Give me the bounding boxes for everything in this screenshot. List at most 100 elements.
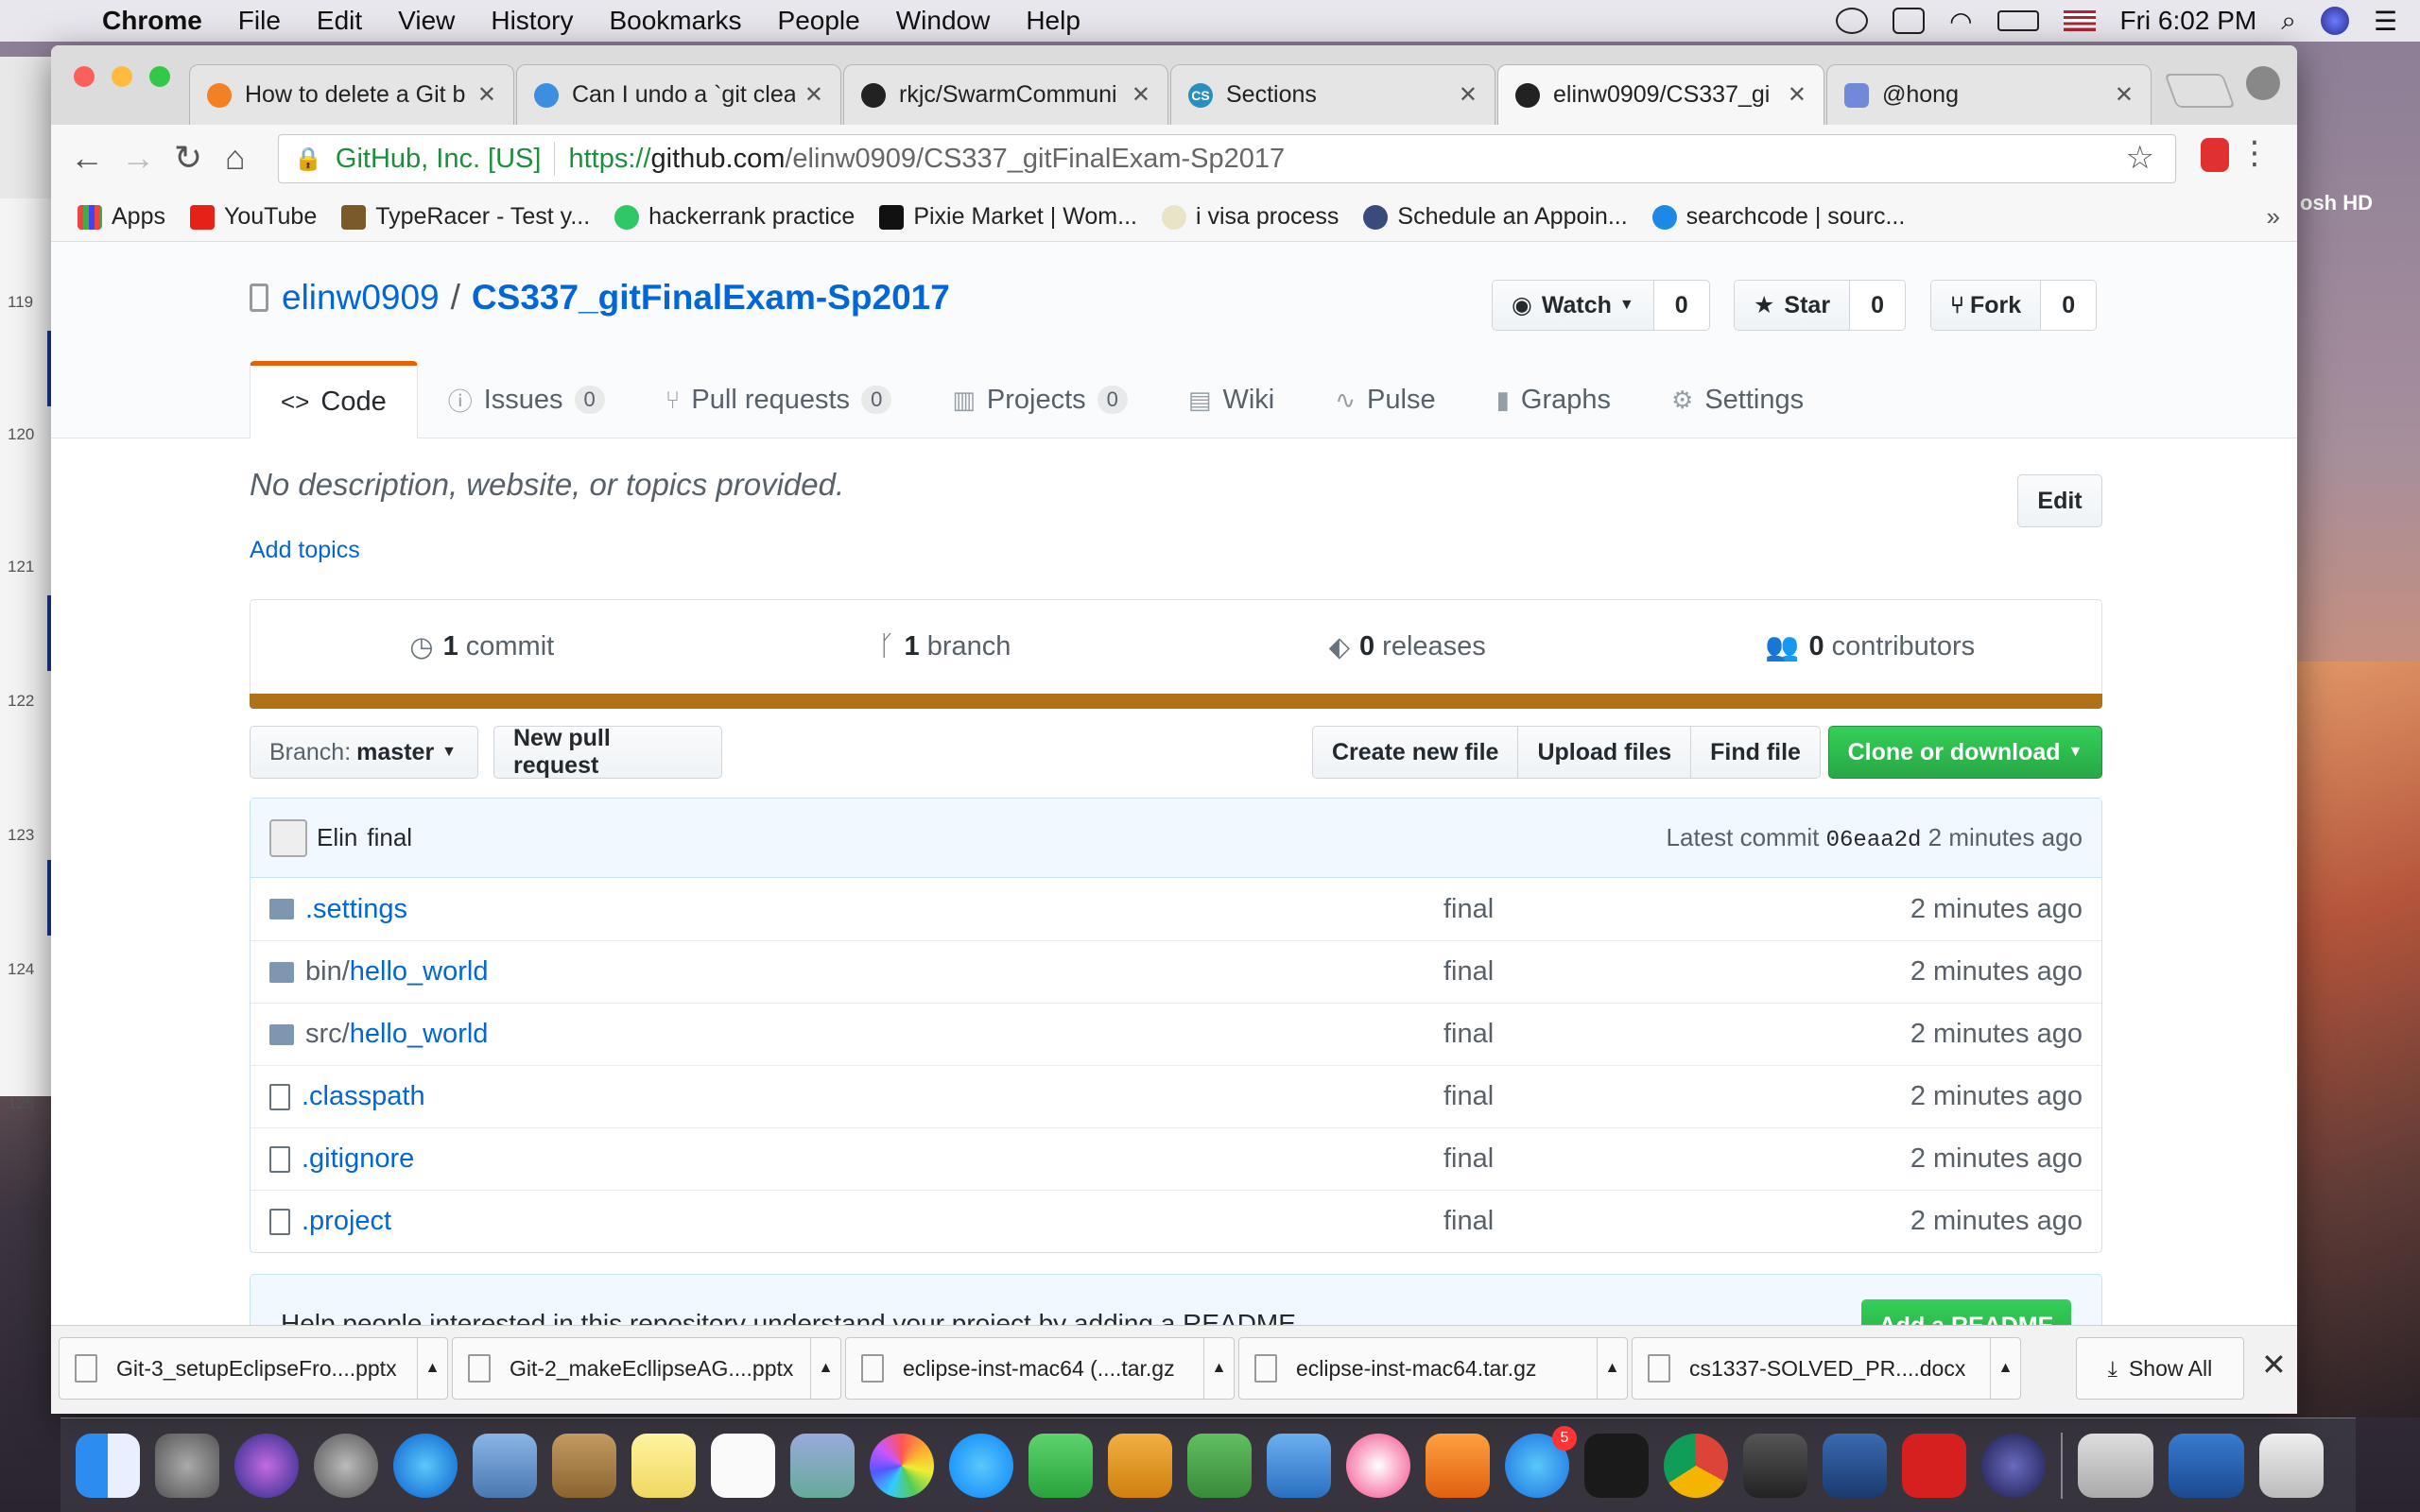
app-store-icon[interactable]: 5 [1505,1425,1577,1498]
messages-icon[interactable] [949,1433,1013,1498]
commit-author[interactable]: Elin [317,823,357,852]
menu-history[interactable]: History [491,6,573,36]
status-menu-icon[interactable] [1836,8,1869,34]
download-item[interactable]: Git-3_setupEclipseFro....pptx ▲ [59,1337,448,1400]
menu-people[interactable]: People [778,6,860,36]
commit-sha-link[interactable]: 06eaa2d [1826,828,1922,853]
branch-select-button[interactable]: Branch: master ▼ [250,726,478,779]
tab-graphs[interactable]: ▮ Graphs [1466,361,1641,438]
close-tab-icon[interactable]: ✕ [477,81,496,109]
menu-view[interactable]: View [398,6,455,36]
file-row[interactable]: .gitignore final 2 minutes ago [251,1127,2101,1190]
close-window-icon[interactable] [74,66,95,87]
download-item[interactable]: cs1337-SOLVED_PR....docx ▲ [1632,1337,2021,1400]
chevron-down-icon[interactable]: ▲ [1203,1337,1234,1400]
facetime-icon[interactable] [1028,1433,1093,1498]
spotlight-search-icon[interactable]: ⌕ [2281,6,2296,37]
sublime-text-icon[interactable] [1743,1433,1807,1498]
file-dir-prefix[interactable]: src/ [305,1019,350,1050]
tab-pull-requests[interactable]: ⑂ Pull requests 0 [635,361,923,438]
profile-avatar-icon[interactable] [2246,66,2280,100]
star-button[interactable]: ★ Star [1735,281,1851,330]
tab-projects[interactable]: ▥ Projects 0 [922,361,1158,438]
language-bar[interactable] [250,694,2102,709]
file-commit-message[interactable]: final [1443,1143,1494,1175]
edit-description-button[interactable]: Edit [2017,474,2102,527]
close-tab-icon[interactable]: ✕ [1132,81,1150,109]
download-item[interactable]: eclipse-inst-mac64 (....tar.gz ▲ [845,1337,1235,1400]
watch-count[interactable]: 0 [1653,281,1709,330]
commits-summary[interactable]: ◷ 1 commit [251,600,714,694]
contributors-summary[interactable]: 👥 0 contributors [1639,600,2102,694]
notes-icon[interactable] [631,1433,696,1498]
file-commit-message[interactable]: final [1443,1019,1494,1050]
contacts-icon[interactable] [552,1433,616,1498]
tab-code[interactable]: <> Code [250,361,418,438]
youdao-dictionary-icon[interactable] [1902,1433,1966,1498]
zoom-window-icon[interactable] [149,66,170,87]
chevron-down-icon[interactable]: ▲ [417,1337,447,1400]
ev-certificate-label[interactable]: GitHub, Inc. [US] [336,144,542,175]
airplay-icon[interactable] [1893,8,1926,34]
battery-icon[interactable] [1996,10,2039,31]
finder-icon[interactable] [76,1433,140,1498]
file-name-link[interactable]: .project [302,1206,391,1237]
bookmark-searchcode[interactable]: searchcode | sourc... [1651,203,1905,231]
new-tab-button[interactable] [2164,74,2236,108]
siri-icon[interactable] [234,1433,299,1498]
file-name-link[interactable]: hello_world [350,1019,489,1050]
tab-cs337-repo[interactable]: elinw0909/CS337_gi ✕ [1497,64,1824,125]
tab-issues[interactable]: ⓘ Issues 0 [418,361,635,438]
file-row[interactable]: .project final 2 minutes ago [251,1190,2101,1252]
us-flag-input-icon[interactable] [2063,10,2096,31]
background-document-window[interactable]: 119 120 121 122 123 124 125 [0,57,53,1112]
mysql-workbench-icon[interactable] [1823,1433,1887,1498]
close-tab-icon[interactable]: ✕ [2115,81,2134,109]
chevron-down-icon[interactable]: ▲ [1597,1337,1627,1400]
bookmarks-overflow-icon[interactable]: » [2267,202,2280,232]
file-commit-message[interactable]: final [1443,956,1494,988]
file-commit-message[interactable]: final [1443,1206,1494,1237]
keynote-icon[interactable] [1267,1433,1331,1498]
releases-summary[interactable]: ⬖ 0 releases [1176,600,1639,694]
file-row[interactable]: src/hello_world final 2 minutes ago [251,1003,2101,1065]
file-name-link[interactable]: hello_world [350,956,489,988]
file-dir-prefix[interactable]: bin/ [305,956,350,988]
minimized-window-thumbnail[interactable] [2169,1433,2244,1498]
tab-swarm-community[interactable]: rkjc/SwarmCommuni ✕ [843,64,1168,125]
minimized-window-thumbnail[interactable] [2078,1433,2153,1498]
star-count[interactable]: 0 [1850,281,1905,330]
close-tab-icon[interactable]: ✕ [804,81,823,109]
branches-summary[interactable]: ᚴ 1 branch [714,600,1177,694]
repo-owner-link[interactable]: elinw0909 [282,278,440,318]
home-icon[interactable]: ⌂ [225,138,246,178]
system-preferences-icon[interactable] [155,1433,219,1498]
close-icon[interactable]: ✕ [2261,1347,2287,1383]
upload-files-button[interactable]: Upload files [1518,727,1692,778]
menu-window[interactable]: Window [896,6,991,36]
tab-discord-hong[interactable]: @hong ✕ [1826,64,2152,125]
bookmark-typeracer[interactable]: TypeRacer - Test y... [341,203,590,231]
file-name-link[interactable]: .gitignore [302,1143,414,1175]
chrome-menu-icon[interactable]: ⋮ [2238,134,2271,172]
new-pull-request-button[interactable]: New pull request [493,725,722,779]
numbers-icon[interactable] [1187,1433,1252,1498]
chrome-icon[interactable] [1664,1433,1728,1498]
clone-or-download-button[interactable]: Clone or download ▼ [1828,726,2102,779]
bookmark-schedule-appointment[interactable]: Schedule an Appoin... [1363,203,1628,231]
ibooks-icon[interactable] [1426,1433,1490,1498]
fork-button[interactable]: ⑂ Fork [1931,281,2042,330]
bookmark-youtube[interactable]: YouTube [189,203,317,231]
file-commit-message[interactable]: final [1443,894,1494,925]
tab-git-clean-undo[interactable]: Can I undo a `git clea ✕ [516,64,841,125]
mail-icon[interactable] [473,1433,537,1498]
tab-settings[interactable]: ⚙ Settings [1641,361,1834,438]
secure-lock-icon[interactable]: 🔒 [294,146,322,173]
commit-message[interactable]: final [367,823,412,852]
add-topics-link[interactable]: Add topics [250,537,360,564]
maps-icon[interactable] [790,1433,855,1498]
terminal-icon[interactable] [1584,1433,1649,1498]
close-tab-icon[interactable]: ✕ [1459,81,1478,109]
bookmark-pixie-market[interactable]: Pixie Market | Wom... [879,203,1137,231]
file-row[interactable]: bin/hello_world final 2 minutes ago [251,940,2101,1003]
